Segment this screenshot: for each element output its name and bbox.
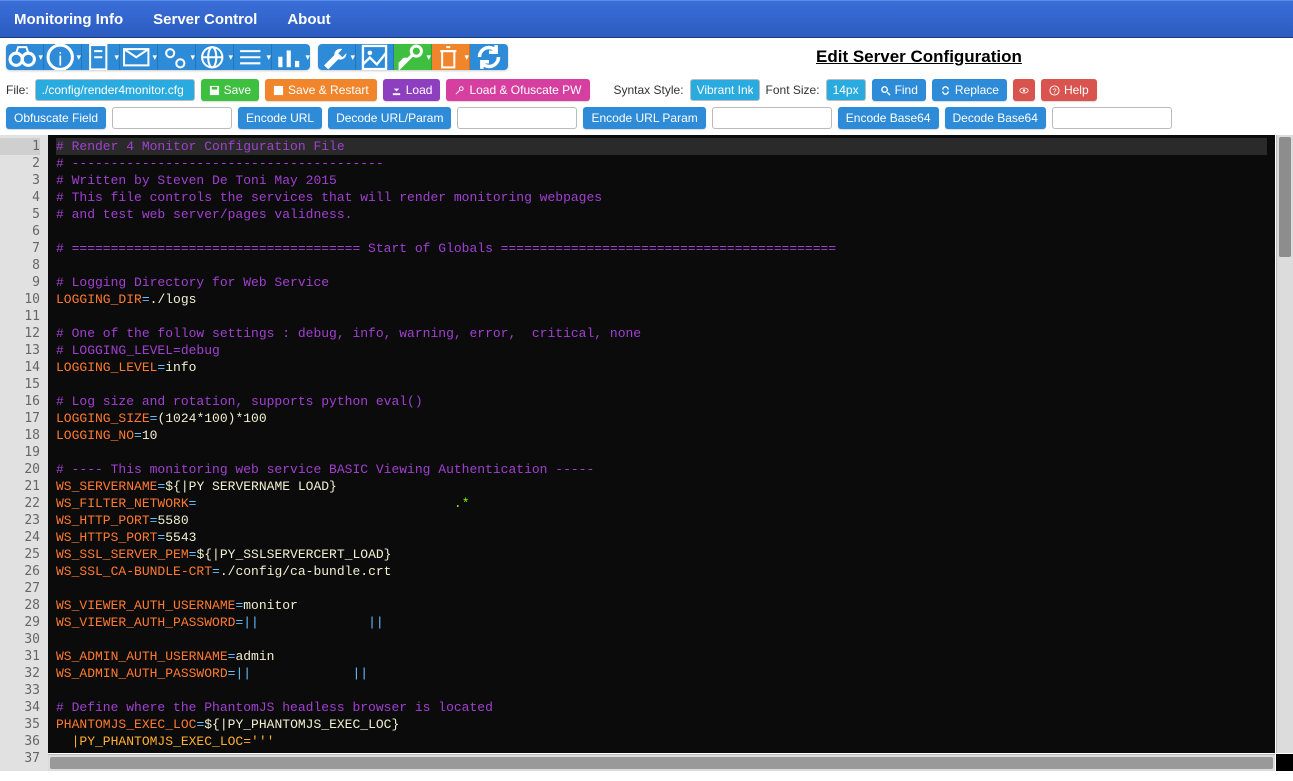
chart-icon[interactable]: ▾ [272, 44, 310, 70]
syntax-input[interactable] [690, 79, 760, 101]
horizontal-scrollbar[interactable] [48, 754, 1275, 771]
gears-icon[interactable]: ▾ [158, 44, 196, 70]
encode-url-button[interactable]: Encode URL [238, 107, 322, 129]
trash-icon[interactable]: ▾ [432, 44, 470, 70]
replace-button[interactable]: Replace [932, 79, 1007, 101]
file-input[interactable] [35, 79, 195, 101]
toolbar-group-left: ▾ i▾ ▾ ▾ ▾ ▾ ▾ ▾ [6, 44, 310, 70]
encode-b64-button[interactable]: Encode Base64 [838, 107, 939, 129]
svg-text:i: i [58, 48, 62, 69]
scroll-corner [1276, 754, 1293, 771]
line-gutter: 1234567891011121314151617181920212223242… [0, 135, 48, 771]
url-param-input[interactable] [712, 107, 832, 129]
refresh-icon[interactable] [470, 44, 508, 70]
globe-icon[interactable]: ▾ [196, 44, 234, 70]
encode-bar: Obfuscate Field Encode URL Decode URL/Pa… [0, 107, 1293, 135]
vertical-scroll-thumb[interactable] [1279, 137, 1291, 257]
load-ofuscate-button[interactable]: Load & Ofuscate PW [446, 79, 589, 101]
find-button[interactable]: Find [872, 79, 926, 101]
list-icon[interactable]: ▾ [234, 44, 272, 70]
wrench-icon[interactable]: ▾ [318, 44, 356, 70]
nav-monitoring[interactable]: Monitoring Info [14, 11, 123, 28]
obfuscate-input[interactable] [112, 107, 232, 129]
nav-about[interactable]: About [287, 11, 330, 28]
file-label: File: [6, 83, 29, 97]
code-editor[interactable]: 1234567891011121314151617181920212223242… [0, 135, 1293, 771]
binoculars-icon[interactable]: ▾ [6, 44, 44, 70]
url-input[interactable] [457, 107, 577, 129]
toolbar-row: ▾ i▾ ▾ ▾ ▾ ▾ ▾ ▾ ▾ ▾ ▾ Edit Server Confi… [0, 38, 1293, 76]
svg-text:?: ? [1052, 86, 1056, 95]
file-bar: File: Save Save & Restart Load Load & Of… [0, 76, 1293, 107]
main-nav: Monitoring Info Server Control About [0, 0, 1293, 38]
load-button[interactable]: Load [383, 79, 441, 101]
code-area[interactable]: # Render 4 Monitor Configuration File# -… [48, 135, 1275, 753]
decode-url-button[interactable]: Decode URL/Param [328, 107, 451, 129]
eye-icon[interactable] [1013, 79, 1035, 101]
syntax-label: Syntax Style: [614, 83, 684, 97]
mail-icon[interactable]: ▾ [120, 44, 158, 70]
page-title: Edit Server Configuration [816, 47, 1022, 67]
decode-b64-button[interactable]: Decode Base64 [945, 107, 1046, 129]
fontsize-label: Font Size: [766, 83, 820, 97]
help-button[interactable]: ?Help [1041, 79, 1097, 101]
horizontal-scroll-thumb[interactable] [50, 757, 1273, 769]
image-icon[interactable] [356, 44, 394, 70]
b64-input[interactable] [1052, 107, 1172, 129]
info-icon[interactable]: i▾ [44, 44, 82, 70]
toolbar-group-right: ▾ ▾ ▾ [318, 44, 508, 70]
fontsize-input[interactable] [826, 79, 866, 101]
key-icon[interactable]: ▾ [394, 44, 432, 70]
obfuscate-button[interactable]: Obfuscate Field [6, 107, 106, 129]
document-icon[interactable]: ▾ [82, 44, 120, 70]
save-button[interactable]: Save [201, 79, 259, 101]
save-restart-button[interactable]: Save & Restart [265, 79, 377, 101]
vertical-scrollbar[interactable] [1276, 135, 1293, 753]
encode-url-param-button[interactable]: Encode URL Param [583, 107, 705, 129]
nav-server-control[interactable]: Server Control [153, 11, 257, 28]
